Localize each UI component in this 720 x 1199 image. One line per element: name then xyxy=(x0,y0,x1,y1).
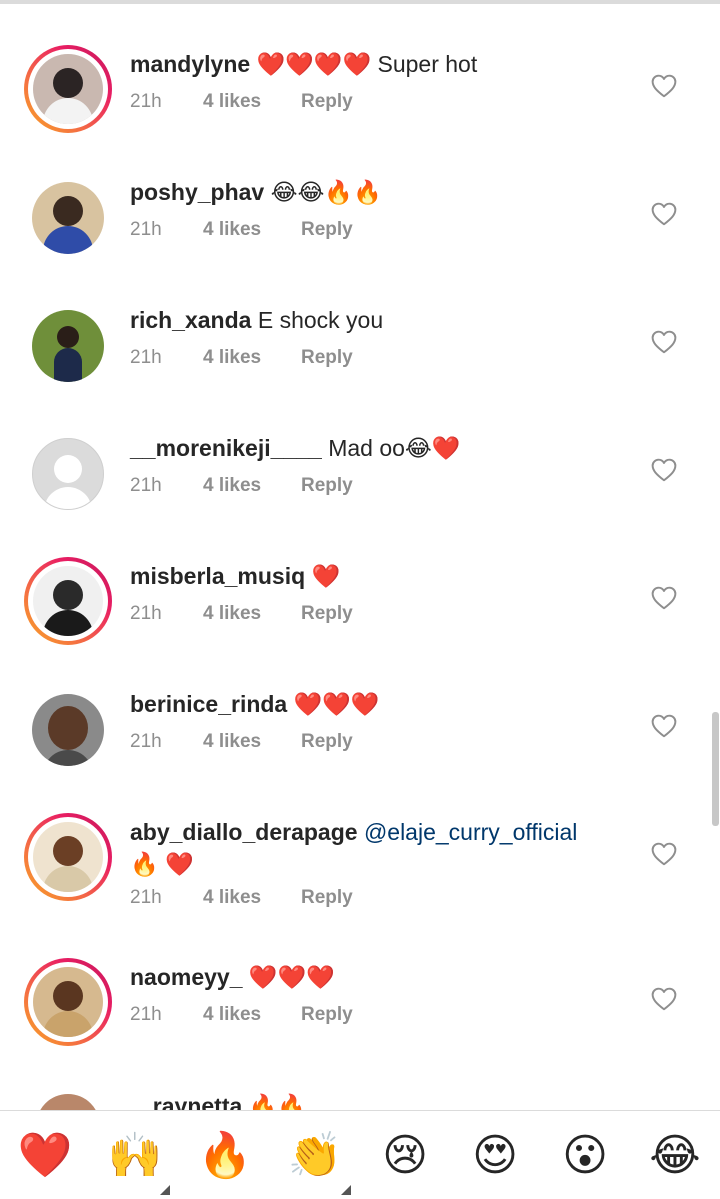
reaction-surprised[interactable]: 😮 xyxy=(555,1131,615,1181)
comment-body: ❤️❤️❤️ xyxy=(248,964,335,990)
comment-time: 21h xyxy=(130,219,162,240)
comment-likes[interactable]: 4 likes xyxy=(203,603,261,625)
comment-time: 21h xyxy=(130,475,162,496)
comment-text: rich_xanda E shock you xyxy=(130,304,610,336)
comment-username[interactable]: rich_xanda xyxy=(130,307,251,333)
comment-time: 21h xyxy=(130,603,162,624)
avatar-story-ring[interactable] xyxy=(24,958,112,1046)
person-silhouette-icon[interactable] xyxy=(32,438,104,510)
reaction-clap[interactable]: 👏 xyxy=(285,1131,345,1181)
comment-text: _raynetta 🔥🔥 xyxy=(140,1090,620,1110)
avatar xyxy=(33,54,103,124)
comment-time: 21h xyxy=(130,1004,162,1025)
comment-username[interactable]: poshy_phav xyxy=(130,179,264,205)
comment-body: 🔥 ❤️ xyxy=(130,851,194,877)
comment-likes[interactable]: 4 likes xyxy=(203,1004,261,1026)
comment-body: ❤️❤️❤️ xyxy=(293,691,380,717)
reply-button[interactable]: Reply xyxy=(301,475,353,497)
avatar xyxy=(33,566,103,636)
comment-text: aby_diallo_derapage @elaje_curry_officia… xyxy=(130,816,610,880)
comment-text: berinice_rinda ❤️❤️❤️ xyxy=(130,688,610,720)
comment-body: 🔥🔥 xyxy=(248,1093,306,1110)
avatar[interactable] xyxy=(32,182,104,254)
heart-outline-icon[interactable] xyxy=(651,458,677,482)
skin-tone-indicator xyxy=(341,1185,351,1195)
avatar[interactable] xyxy=(32,310,104,382)
reaction-heart[interactable]: ❤️ xyxy=(15,1131,75,1181)
comment-text: poshy_phav 😂😂🔥🔥 xyxy=(130,176,610,208)
reply-button[interactable]: Reply xyxy=(301,887,353,909)
reply-button[interactable]: Reply xyxy=(301,1004,353,1026)
reaction-laughing[interactable]: 😂 xyxy=(645,1131,705,1181)
reaction-heart-eyes[interactable]: 😍 xyxy=(465,1131,525,1181)
reaction-fire[interactable]: 🔥 xyxy=(195,1131,255,1181)
scrollbar[interactable] xyxy=(712,712,719,826)
heart-outline-icon[interactable] xyxy=(651,330,677,354)
avatar[interactable] xyxy=(32,694,104,766)
comment-text: mandylyne ❤️❤️❤️❤️ Super hot xyxy=(130,48,610,80)
reaction-raised-hands[interactable]: 🙌 xyxy=(105,1131,165,1181)
comment-likes[interactable]: 4 likes xyxy=(203,91,261,113)
comment-time: 21h xyxy=(130,731,162,752)
comment-username[interactable]: __morenikeji____ xyxy=(130,435,322,461)
comment-body: 😂😂🔥🔥 xyxy=(270,179,382,205)
reaction-crying[interactable]: 😢 xyxy=(375,1131,435,1181)
comment-text: naomeyy_ ❤️❤️❤️ xyxy=(130,961,610,993)
comment-mention[interactable]: @elaje_curry_official xyxy=(364,819,577,845)
comment-body: E shock you xyxy=(257,307,384,333)
comment-body: Mad oo😂❤️ xyxy=(328,435,461,461)
heart-outline-icon[interactable] xyxy=(651,202,677,226)
comment-likes[interactable]: 4 likes xyxy=(203,475,261,497)
avatar xyxy=(33,822,103,892)
heart-outline-icon[interactable] xyxy=(651,74,677,98)
avatar-story-ring[interactable] xyxy=(24,813,112,901)
comment-username[interactable]: mandylyne xyxy=(130,51,250,77)
reply-button[interactable]: Reply xyxy=(301,347,353,369)
comment-time: 21h xyxy=(130,91,162,112)
comment-body: ❤️❤️❤️❤️ Super hot xyxy=(256,51,478,77)
comment-text: misberla_musiq ❤️ xyxy=(130,560,610,592)
heart-outline-icon[interactable] xyxy=(651,842,677,866)
avatar-story-ring[interactable] xyxy=(24,45,112,133)
comment-username[interactable]: aby_diallo_derapage xyxy=(130,819,358,845)
comment-list[interactable]: mandylyne ❤️❤️❤️❤️ Super hot 21h 4 likes… xyxy=(0,0,720,1110)
heart-outline-icon[interactable] xyxy=(651,987,677,1011)
avatar[interactable] xyxy=(36,1094,100,1110)
comment-text: __morenikeji____ Mad oo😂❤️ xyxy=(130,432,610,464)
comment-likes[interactable]: 4 likes xyxy=(203,347,261,369)
reply-button[interactable]: Reply xyxy=(301,91,353,113)
skin-tone-indicator xyxy=(160,1185,170,1195)
comment-username[interactable]: _raynetta xyxy=(140,1093,242,1110)
reply-button[interactable]: Reply xyxy=(301,603,353,625)
comment-likes[interactable]: 4 likes xyxy=(203,887,261,909)
comment-username[interactable]: berinice_rinda xyxy=(130,691,287,717)
reply-button[interactable]: Reply xyxy=(301,731,353,753)
heart-outline-icon[interactable] xyxy=(651,714,677,738)
quick-reaction-bar: ❤️ 🙌 🔥 👏 😢 😍 😮 😂 xyxy=(0,1110,720,1199)
avatar-story-ring[interactable] xyxy=(24,557,112,645)
heart-outline-icon[interactable] xyxy=(651,586,677,610)
comment-username[interactable]: naomeyy_ xyxy=(130,964,243,990)
comment-body: ❤️ xyxy=(311,563,341,589)
comment-time: 21h xyxy=(130,347,162,368)
comment-time: 21h xyxy=(130,887,162,908)
reply-button[interactable]: Reply xyxy=(301,219,353,241)
comment-likes[interactable]: 4 likes xyxy=(203,219,261,241)
avatar xyxy=(33,967,103,1037)
comment-username[interactable]: misberla_musiq xyxy=(130,563,305,589)
comment-likes[interactable]: 4 likes xyxy=(203,731,261,753)
